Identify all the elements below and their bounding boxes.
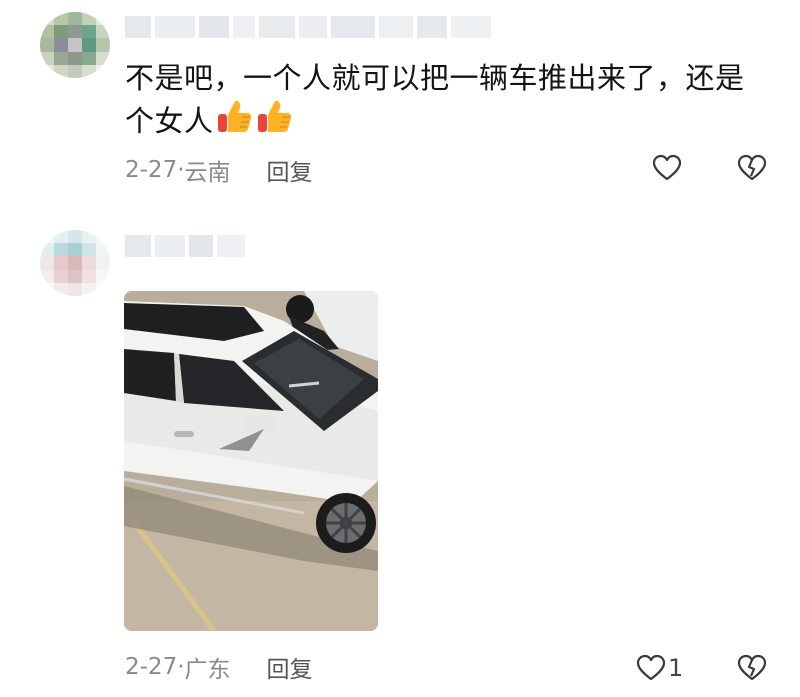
reply-button[interactable]: 回复 <box>267 153 313 187</box>
dislike-button[interactable] <box>737 654 767 682</box>
comment-meta: 2-27 · 广东 回复 <box>125 650 313 684</box>
comment-location: 云南 <box>184 160 231 186</box>
comment-item: 2-27 · 广东 回复 1 <box>0 200 800 697</box>
comment-text: 不是吧，一个人就可以把一辆车推出来了，还是个女人 <box>125 58 765 146</box>
reply-button[interactable]: 回复 <box>267 650 313 684</box>
avatar[interactable] <box>40 12 110 78</box>
comment-image[interactable] <box>124 291 378 631</box>
heart-icon <box>652 154 682 181</box>
heart-icon <box>636 654 666 681</box>
meta-separator: · <box>177 654 185 680</box>
username[interactable] <box>125 233 245 259</box>
avatar[interactable] <box>40 230 110 296</box>
comment-date: 2-27 <box>125 654 178 680</box>
comment-item: 不是吧，一个人就可以把一辆车推出来了，还是个女人 2-27 · 云南 回复 <box>0 0 800 200</box>
broken-heart-icon <box>737 154 767 181</box>
username[interactable] <box>125 14 491 40</box>
comment-location: 广东 <box>184 657 231 683</box>
like-button[interactable]: 1 <box>636 654 683 682</box>
dislike-button[interactable] <box>737 154 767 182</box>
comment-date: 2-27 <box>125 157 178 183</box>
comment-meta: 2-27 · 云南 回复 <box>125 153 313 187</box>
like-button[interactable] <box>652 154 682 182</box>
meta-separator: · <box>177 157 185 183</box>
broken-heart-icon <box>737 654 767 681</box>
like-count: 1 <box>668 654 684 682</box>
thumbs-up-icon <box>256 98 294 146</box>
thumbs-up-icon <box>216 98 254 146</box>
car-photo <box>124 291 378 631</box>
